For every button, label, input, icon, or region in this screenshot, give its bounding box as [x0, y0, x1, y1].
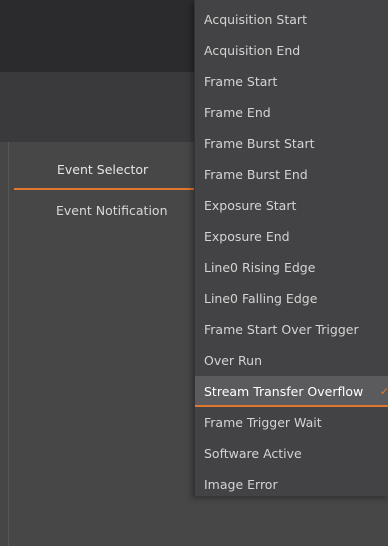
event-selector-underline	[14, 188, 195, 190]
option-label: Line0 Falling Edge	[204, 291, 318, 306]
event-selector-label[interactable]: Event Selector	[57, 162, 148, 177]
option-label: Software Active	[204, 446, 302, 461]
option-label: Acquisition Start	[204, 12, 307, 27]
option-label: Frame Trigger Wait	[204, 415, 322, 430]
option-label: Exposure End	[204, 229, 290, 244]
option-label: Frame End	[204, 105, 271, 120]
dropdown-option-frame-end[interactable]: Frame End	[195, 97, 388, 128]
option-label: Exposure Start	[204, 198, 297, 213]
dropdown-option-exposure-end[interactable]: Exposure End	[195, 221, 388, 252]
dropdown-option-frame-start-over-trigger[interactable]: Frame Start Over Trigger	[195, 314, 388, 345]
dropdown-option-frame-burst-end[interactable]: Frame Burst End	[195, 159, 388, 190]
dropdown-option-frame-start[interactable]: Frame Start	[195, 66, 388, 97]
option-label: Frame Burst Start	[204, 136, 315, 151]
checkmark-icon: ✓	[379, 385, 388, 398]
option-label: Frame Start	[204, 74, 278, 89]
dropdown-option-over-run[interactable]: Over Run	[195, 345, 388, 376]
dropdown-option-acquisition-end[interactable]: Acquisition End	[195, 35, 388, 66]
dropdown-option-stream-transfer-overflow[interactable]: Stream Transfer Overflow ✓	[195, 376, 388, 407]
option-label: Acquisition End	[204, 43, 301, 58]
option-label: Frame Burst End	[204, 167, 308, 182]
dropdown-option-frame-trigger-wait[interactable]: Frame Trigger Wait	[195, 407, 388, 438]
event-notification-label[interactable]: Event Notification	[56, 203, 168, 218]
option-label: Line0 Rising Edge	[204, 260, 316, 275]
option-label: Over Run	[204, 353, 263, 368]
dropdown-option-exposure-start[interactable]: Exposure Start	[195, 190, 388, 221]
option-label: Stream Transfer Overflow	[204, 384, 364, 399]
option-label: Image Error	[204, 477, 278, 492]
dropdown-option-line0-falling-edge[interactable]: Line0 Falling Edge	[195, 283, 388, 314]
option-label: Frame Start Over Trigger	[204, 322, 359, 337]
dropdown-option-frame-burst-start[interactable]: Frame Burst Start	[195, 128, 388, 159]
dropdown-option-software-active[interactable]: Software Active	[195, 438, 388, 469]
dropdown-option-line0-rising-edge[interactable]: Line0 Rising Edge	[195, 252, 388, 283]
event-selector-dropdown[interactable]: Acquisition Start Acquisition End Frame …	[194, 0, 388, 496]
dropdown-option-image-error[interactable]: Image Error	[195, 469, 388, 500]
dropdown-option-acquisition-start[interactable]: Acquisition Start	[195, 4, 388, 35]
